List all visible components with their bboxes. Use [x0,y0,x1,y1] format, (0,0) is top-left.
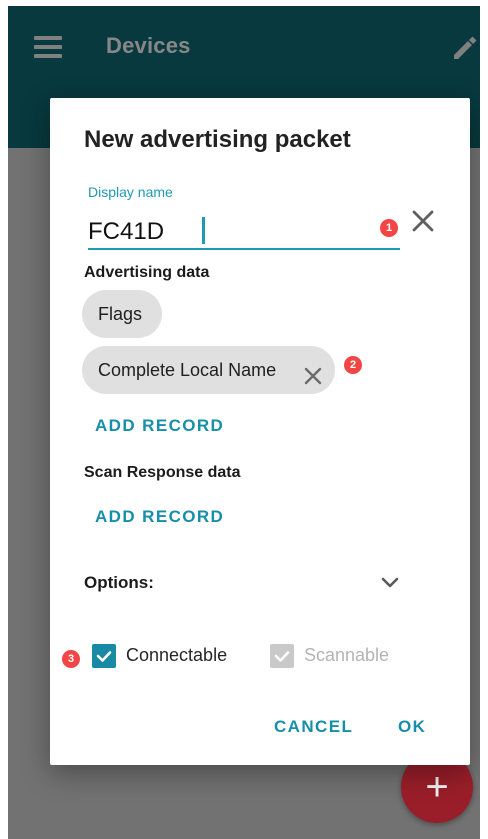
text-cursor [202,217,205,244]
checkmark-icon [96,651,112,662]
chevron-down-icon[interactable] [378,570,402,594]
scannable-checkbox [270,644,294,668]
connectable-label: Connectable [126,645,228,665]
display-name-input[interactable] [88,216,400,250]
annotation-badge-2: 2 [344,356,362,374]
scan-response-data-title: Scan Response data [84,464,241,481]
flags-record-chip[interactable]: Flags [82,290,162,338]
connectable-checkbox[interactable] [92,644,116,668]
app-frame: Devices + New advertising packet Display… [8,6,480,839]
checkmark-icon [274,651,290,662]
scannable-option: Scannable [270,644,420,670]
annotation-badge-3: 3 [62,650,80,668]
clear-display-name-icon[interactable] [408,206,438,236]
remove-record-close-icon[interactable] [301,358,325,385]
scannable-label: Scannable [304,645,390,665]
add-scan-response-record-button[interactable]: ADD RECORD [95,507,224,527]
annotation-badge-1: 1 [380,219,398,237]
connectable-option[interactable]: Connectable [92,644,242,670]
complete-local-name-record-label: Complete Local Name [98,360,277,380]
dialog-title: New advertising packet [84,126,351,153]
add-icon: + [425,765,449,809]
options-label: Options: [84,573,154,592]
display-name-label: Display name [88,184,173,200]
add-advertising-record-button[interactable]: ADD RECORD [95,416,224,436]
complete-local-name-record-chip[interactable]: Complete Local Name [82,346,335,394]
advertising-data-title: Advertising data [84,264,210,281]
cancel-button[interactable]: CANCEL [274,717,353,737]
ok-button[interactable]: OK [398,717,426,737]
flags-record-label: Flags [98,304,143,324]
new-advertising-packet-dialog: New advertising packet Display name 1 Ad… [50,98,470,765]
